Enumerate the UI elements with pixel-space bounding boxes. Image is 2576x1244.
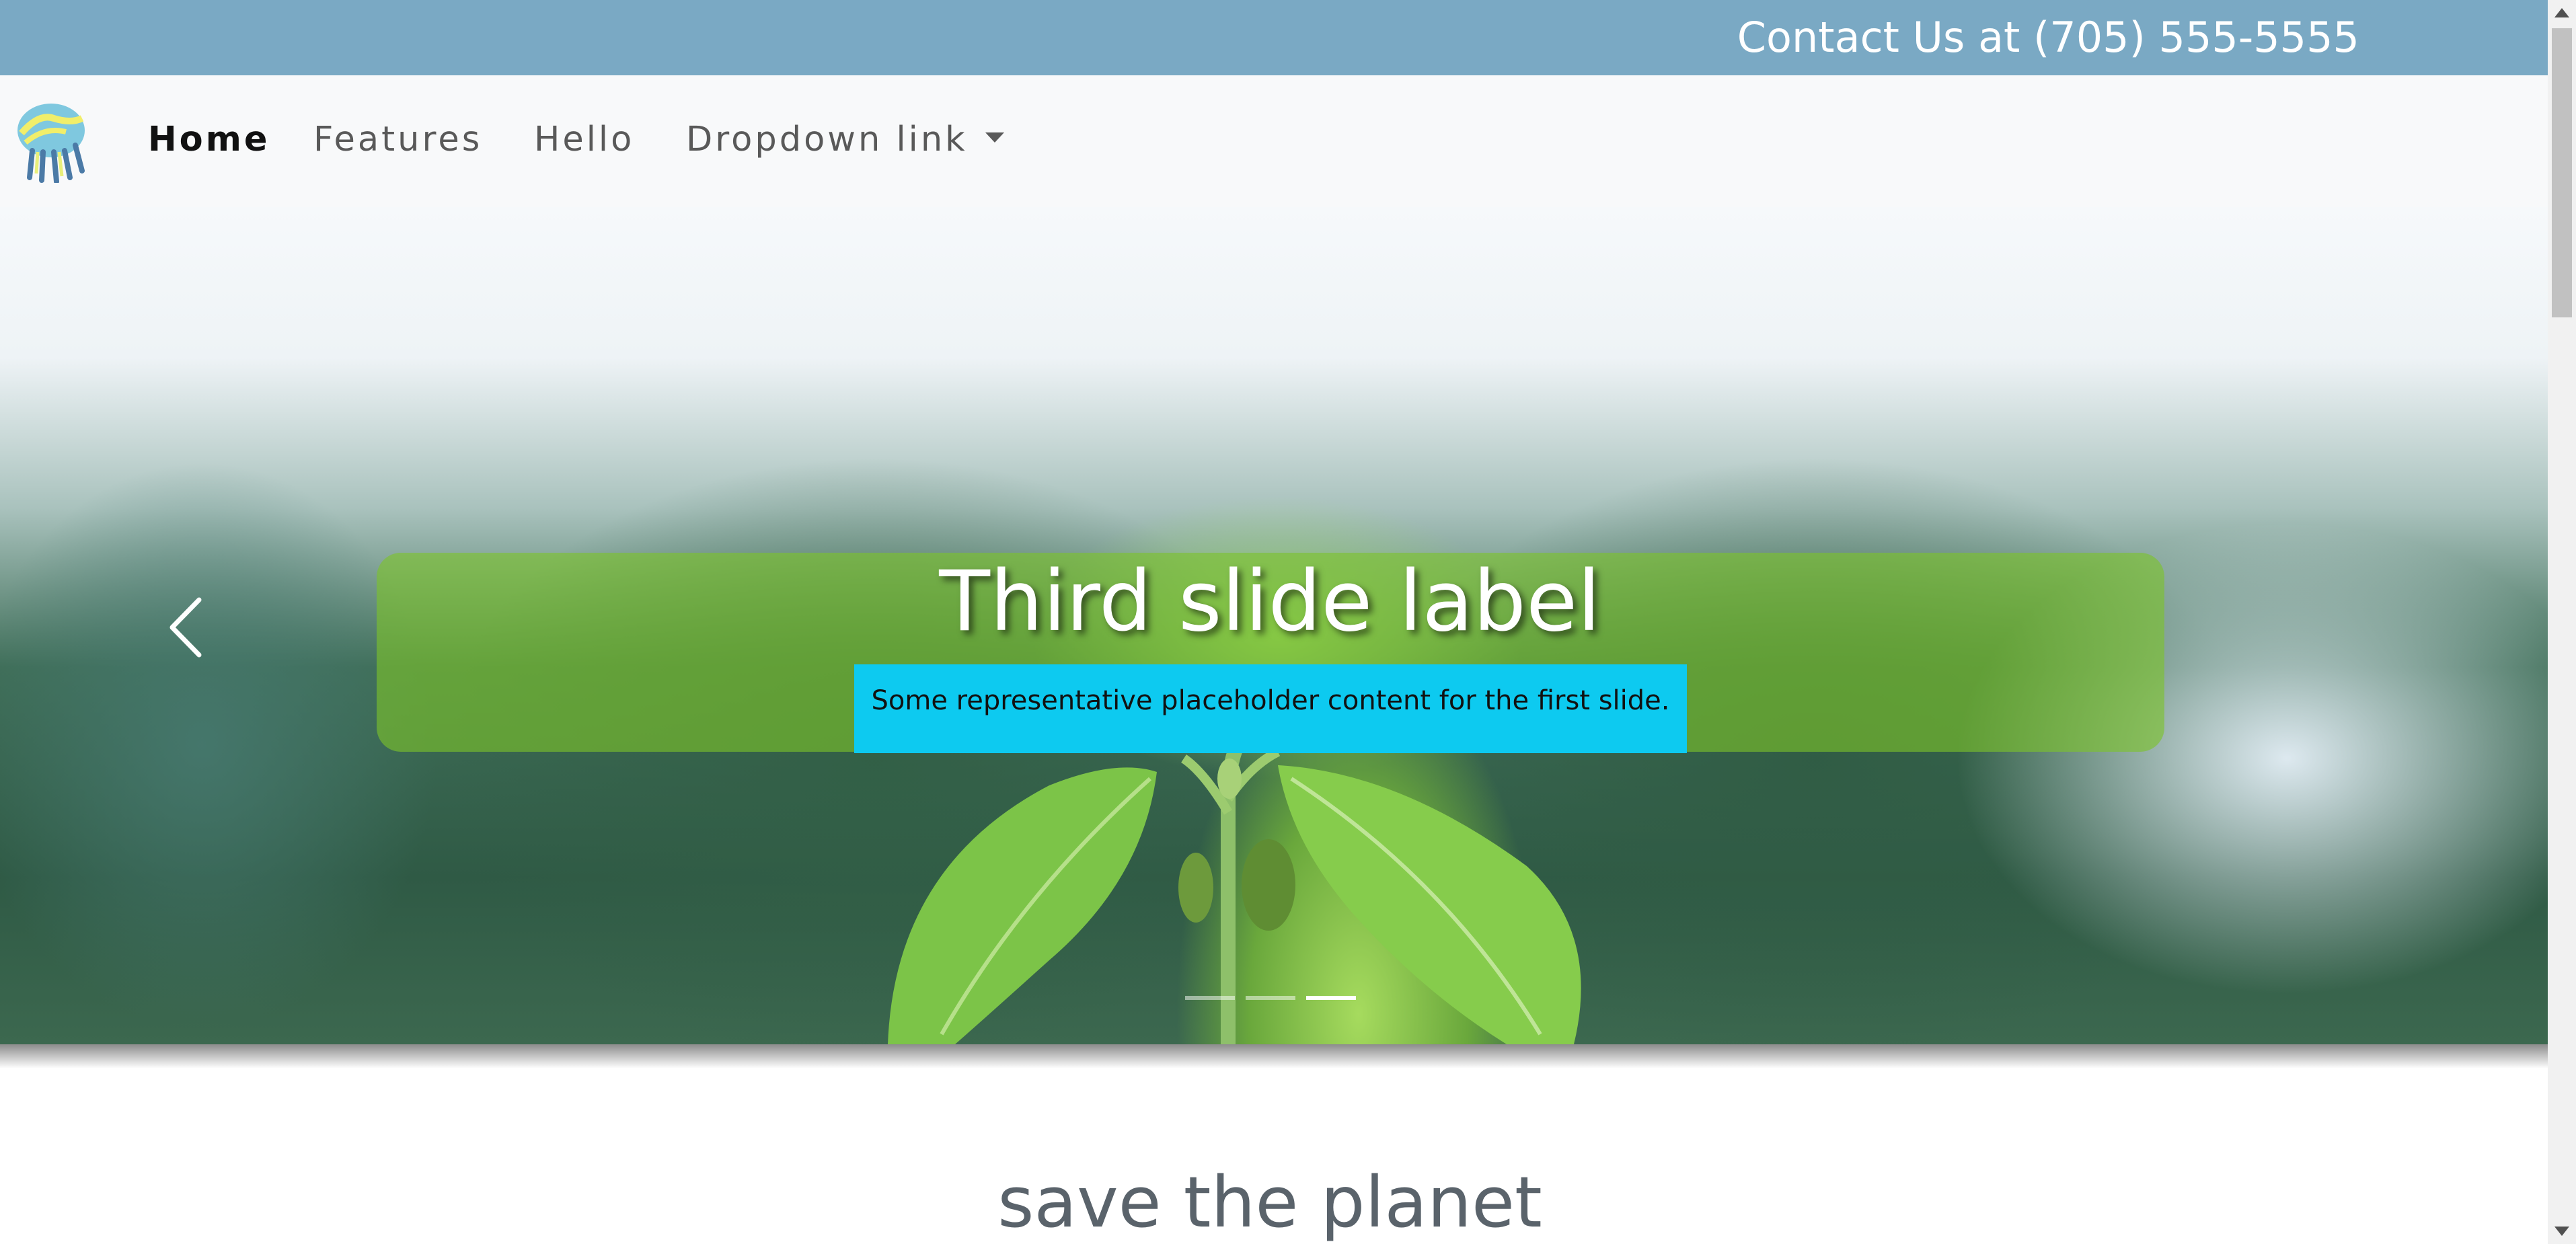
carousel-indicator-2[interactable] (1246, 996, 1295, 1000)
carousel-slide-text: Some representative placeholder content … (854, 664, 1687, 753)
carousel-indicator-3[interactable] (1306, 996, 1356, 1000)
nav-item-dropdown[interactable]: Dropdown link (686, 118, 1004, 161)
contact-bar: Contact Us at (705) 555-5555 (0, 0, 2548, 75)
carousel-indicator-1[interactable] (1185, 996, 1235, 1000)
scroll-down-icon[interactable] (2554, 1227, 2569, 1236)
carousel-slide-title: Third slide label (939, 553, 1601, 650)
nav-item-home[interactable]: Home (148, 118, 270, 161)
scroll-up-icon[interactable] (2554, 8, 2569, 17)
page-scrollbar[interactable] (2548, 0, 2576, 1244)
contact-phone-text[interactable]: Contact Us at (705) 555-5555 (1737, 15, 2359, 61)
nav-item-hello[interactable]: Hello (534, 118, 634, 161)
section-title: save the planet (997, 1161, 1542, 1243)
main-navbar: Home Features Hello Dropdown link (0, 75, 2548, 207)
nav-dropdown-label: Dropdown link (686, 120, 968, 159)
caret-down-icon (985, 132, 1004, 143)
hero-carousel: Third slide label Some representative pl… (0, 207, 2548, 1044)
jellyfish-logo-icon[interactable] (12, 98, 94, 184)
scrollbar-thumb[interactable] (2552, 28, 2572, 317)
nav-item-features[interactable]: Features (313, 118, 482, 161)
hero-bottom-shadow (0, 1044, 2548, 1068)
